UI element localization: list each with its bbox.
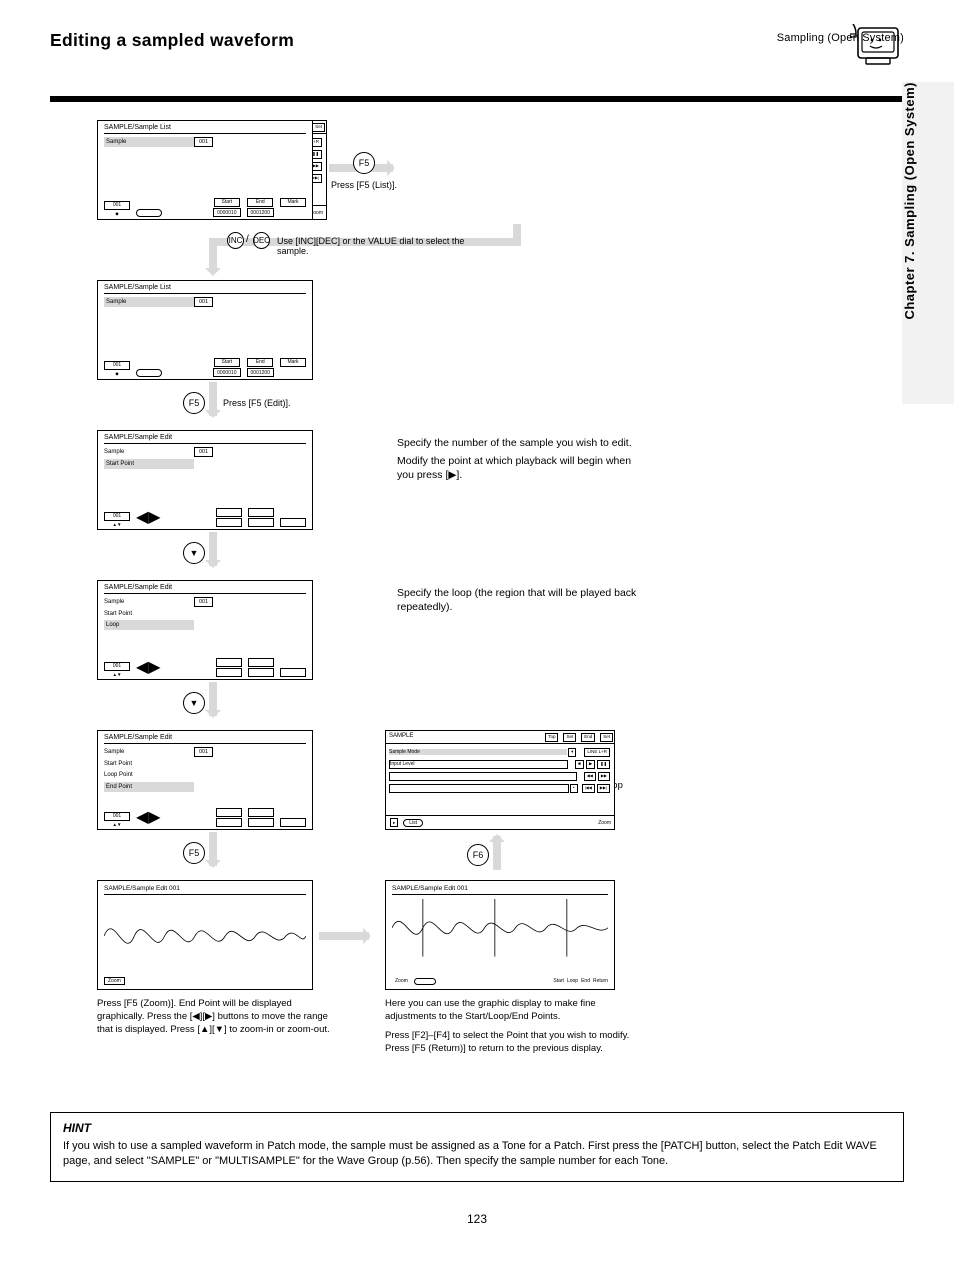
flow-arrow xyxy=(493,836,501,870)
flow-arrow xyxy=(319,932,369,940)
down-button[interactable]: ▼ xyxy=(183,692,205,714)
hint-title: HINT xyxy=(63,1121,891,1135)
sample-panel-2: SAMPLE TopSet EndSet Sample Mode▾ LINE L… xyxy=(385,730,615,830)
hint-box: HINT If you wish to use a sampled wavefo… xyxy=(50,1112,904,1182)
sample-list-panel-2: SAMPLE/Sample List Sample001 001◆ Start0… xyxy=(97,280,313,380)
sample-edit-panel: SAMPLE/Sample Edit Sample001 Start Point… xyxy=(97,430,313,530)
sample-list-panel: SAMPLE/Sample List Sample001 001◆ Start0… xyxy=(97,120,313,220)
f5-button[interactable]: F5 xyxy=(353,152,375,174)
side-text: Here you can use the graphic display to … xyxy=(385,998,645,1024)
flow-arrow xyxy=(209,382,217,416)
sample-edit-panel-2: SAMPLE/Sample Edit Sample001 Start Point… xyxy=(97,580,313,680)
dec-button[interactable]: DEC xyxy=(253,232,270,249)
side-text: Modify the point at which playback will … xyxy=(397,454,641,482)
page-number: 123 xyxy=(50,1212,904,1226)
flow-label: Press [F5 (Edit)]. xyxy=(223,398,291,408)
computer-icon xyxy=(850,24,904,68)
chapter-tab: Chapter 7. Sampling (Open System) xyxy=(902,82,954,404)
flow-arrow xyxy=(209,532,217,566)
f5-button[interactable]: F5 xyxy=(183,842,205,864)
flow-label: Use [INC][DEC] or the VALUE dial to sele… xyxy=(277,236,467,256)
down-button[interactable]: ▼ xyxy=(183,542,205,564)
inc-button[interactable]: INC xyxy=(227,232,244,249)
f6-button[interactable]: F6 xyxy=(467,844,489,866)
wave-panel-2: SAMPLE/Sample Edit 001 Zoom StartLoopEnd… xyxy=(385,880,615,990)
side-text: Specify the number of the sample you wis… xyxy=(397,436,641,450)
flow-arrow xyxy=(209,682,217,716)
header-rule xyxy=(50,96,904,102)
wave-panel-1: SAMPLE/Sample Edit 001 Zoom xyxy=(97,880,313,990)
side-text: Specify the loop (the region that will b… xyxy=(397,586,641,614)
side-text: Press [F2]–[F4] to select the Point that… xyxy=(385,1030,645,1056)
flow-label: Press [F5 (List)]. xyxy=(331,180,397,190)
side-text: Press [F5 (Zoom)]. End Point will be dis… xyxy=(97,998,341,1036)
sample-edit-panel-3: SAMPLE/Sample Edit Sample001 Start Point… xyxy=(97,730,313,830)
flow-arrow xyxy=(209,832,217,866)
f5-button[interactable]: F5 xyxy=(183,392,205,414)
hint-text: If you wish to use a sampled waveform in… xyxy=(63,1139,891,1169)
